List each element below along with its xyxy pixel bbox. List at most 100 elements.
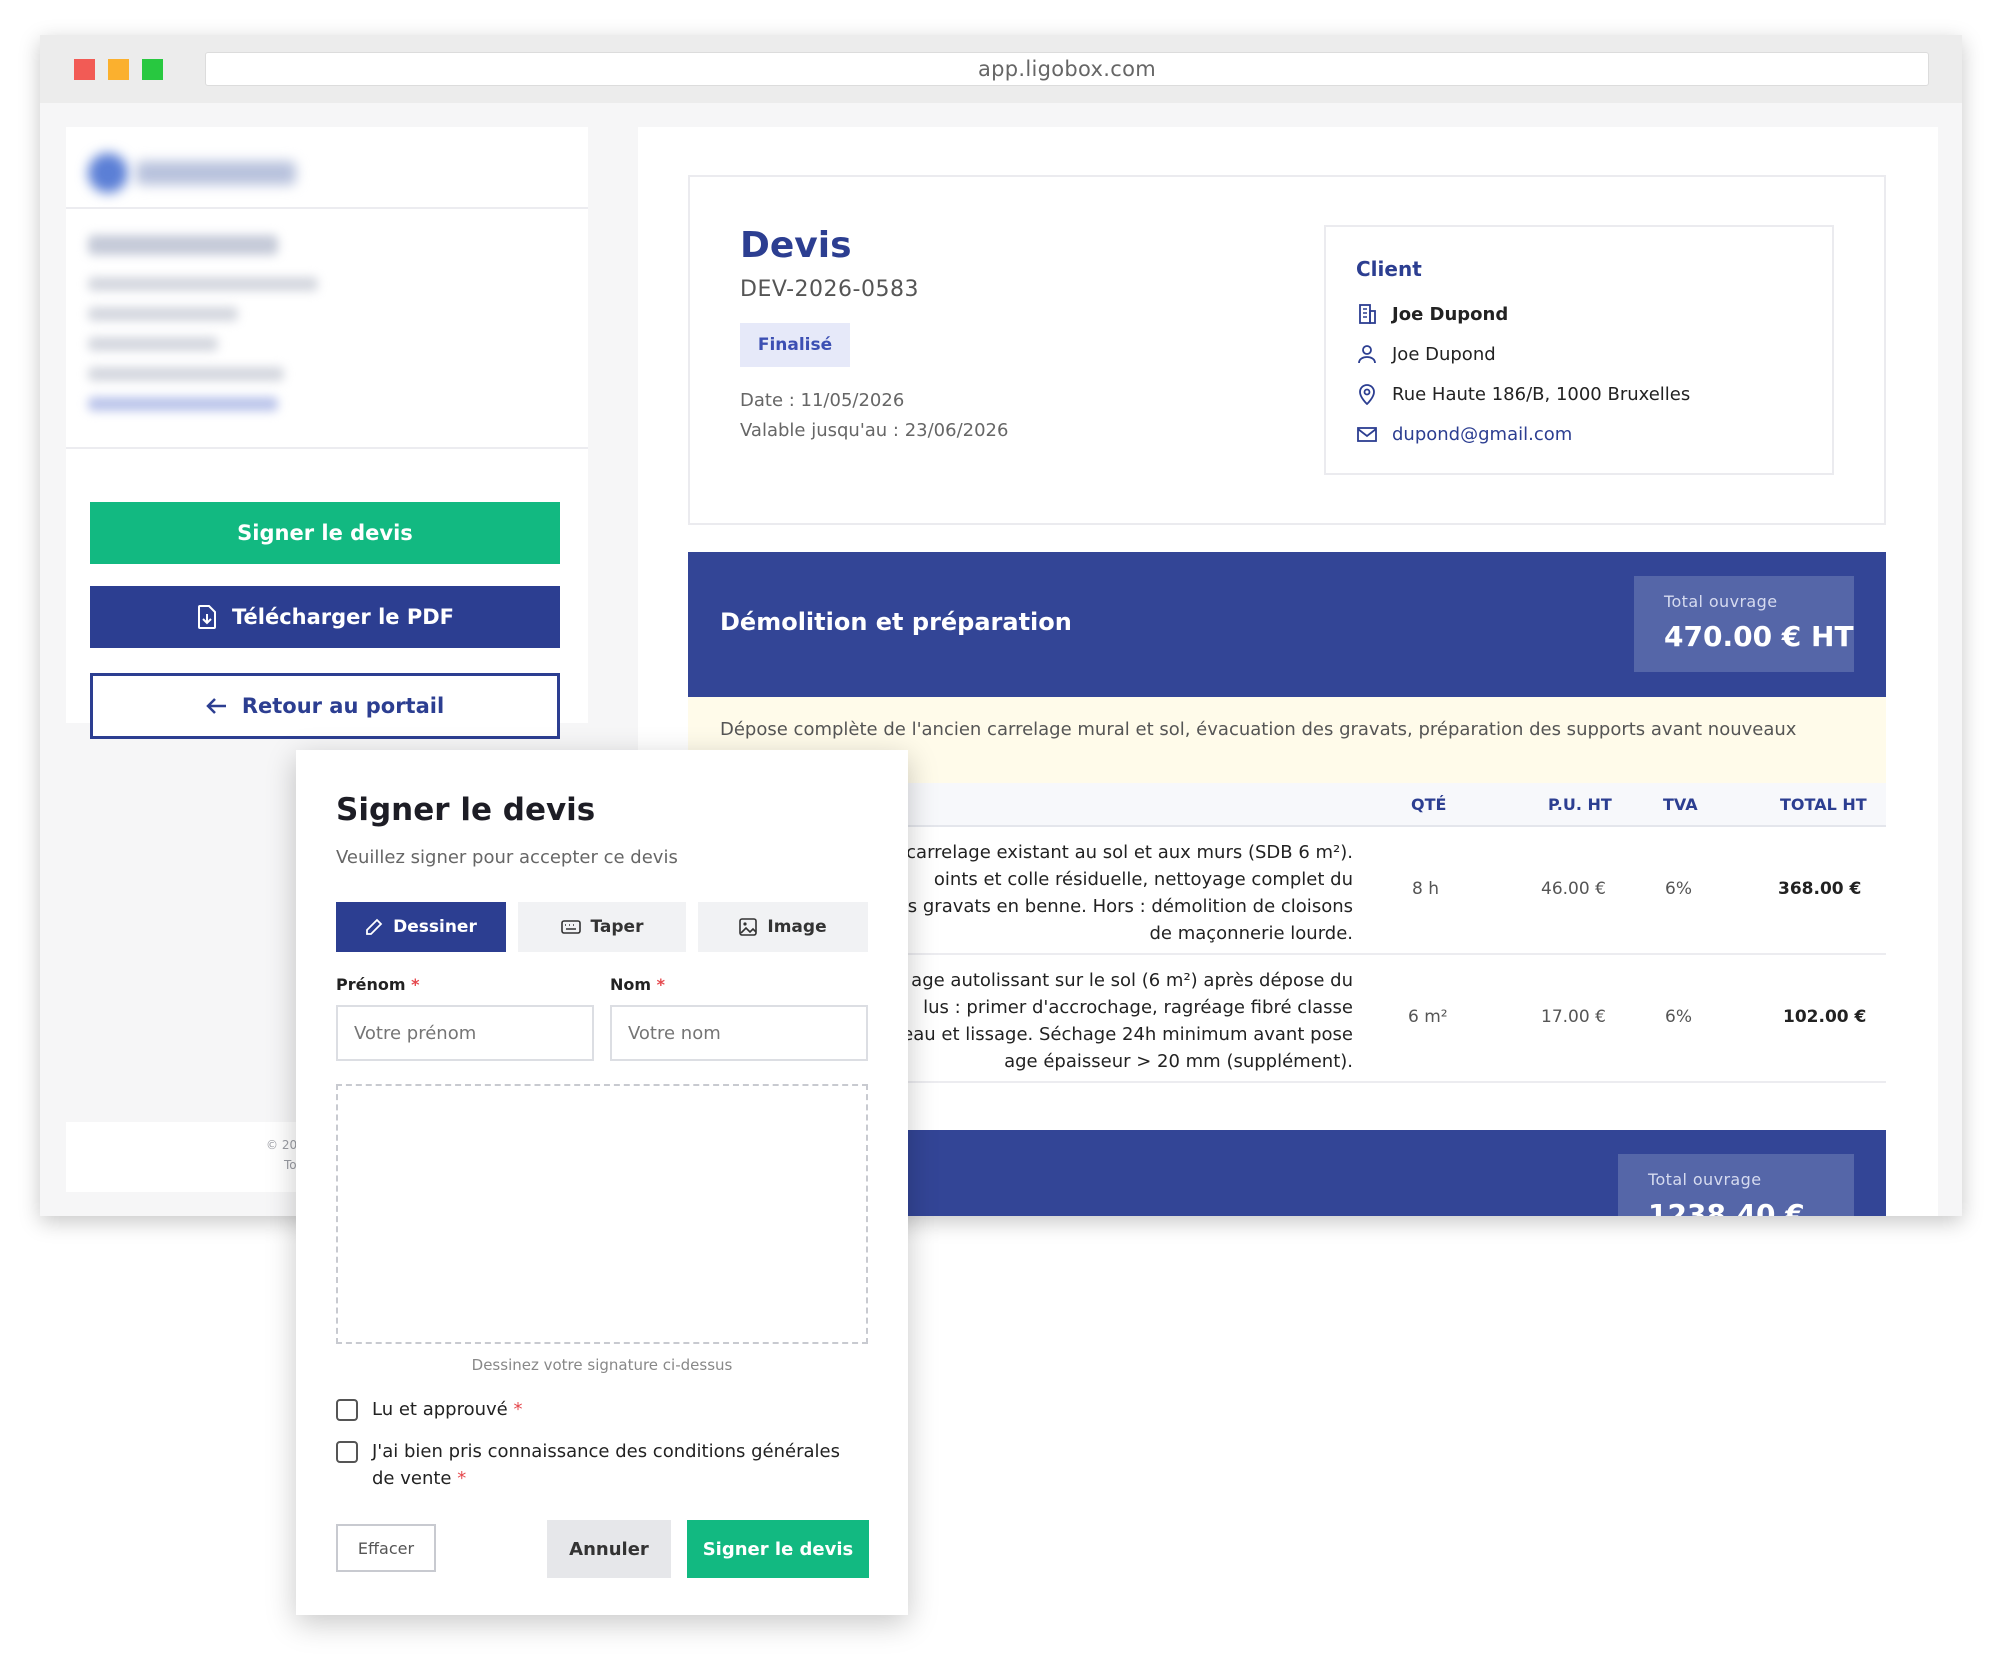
client-email-row[interactable]: dupond@gmail.com <box>1356 423 1572 445</box>
browser-chrome: app.ligobox.com <box>40 35 1962 103</box>
modal-subtitle: Veuillez signer pour accepter ce devis <box>336 847 678 868</box>
section-total-box: Total ouvrage 470.00 € HT <box>1634 576 1854 672</box>
image-icon <box>739 918 758 936</box>
company-header <box>66 127 588 209</box>
approved-checkbox[interactable] <box>336 1399 358 1421</box>
building-icon <box>1356 303 1378 325</box>
line-qty: 6 m² <box>1408 1007 1448 1027</box>
line-vat: 6% <box>1665 879 1692 899</box>
col-vat: TVA <box>1663 795 1698 814</box>
first-name-label: Prénom * <box>336 975 419 994</box>
work-section-header: Démolition et préparation Total ouvrage … <box>688 552 1886 697</box>
last-name-label: Nom * <box>610 975 665 994</box>
map-pin-icon <box>1356 383 1378 405</box>
tab-type-label: Taper <box>590 917 644 937</box>
line-qty: 8 h <box>1412 879 1439 899</box>
cancel-button[interactable]: Annuler <box>547 1520 671 1578</box>
first-name-input[interactable] <box>336 1005 594 1061</box>
tab-draw[interactable]: Dessiner <box>336 902 506 952</box>
mail-icon <box>1356 423 1378 445</box>
last-name-input[interactable] <box>610 1005 868 1061</box>
required-mark: * <box>411 975 420 994</box>
client-address-row: Rue Haute 186/B, 1000 Bruxelles <box>1356 383 1690 405</box>
section-total-label: Total ouvrage <box>1664 592 1778 611</box>
blurred-line <box>88 367 284 381</box>
line-total: 368.00 € <box>1778 879 1862 899</box>
modal-title: Signer le devis <box>336 792 596 828</box>
footer-total-value: 1238.40 € HT <box>1648 1198 1805 1216</box>
address-bar[interactable]: app.ligobox.com <box>205 52 1929 86</box>
approved-label-text: Lu et approuvé <box>372 1399 508 1420</box>
tab-type[interactable]: Taper <box>518 902 686 952</box>
client-company-row: Joe Dupond <box>1356 303 1508 325</box>
company-sidebar: Signer le devis Télécharger le PDF Retou… <box>66 127 588 739</box>
tab-image[interactable]: Image <box>698 902 868 952</box>
line-vat: 6% <box>1665 1007 1692 1027</box>
line-unit-price: 17.00 € <box>1541 1007 1606 1027</box>
last-name-label-text: Nom <box>610 975 652 994</box>
tab-draw-label: Dessiner <box>393 917 477 937</box>
client-company: Joe Dupond <box>1392 303 1509 325</box>
window-close-dot[interactable] <box>74 59 95 80</box>
screenshot-canvas: app.ligobox.com Signer le devis Téléchar… <box>0 0 2000 1657</box>
required-mark: * <box>513 1399 523 1420</box>
client-email[interactable]: dupond@gmail.com <box>1392 424 1572 445</box>
signature-pad[interactable] <box>336 1084 868 1344</box>
quote-date: Date : 11/05/2026 <box>740 390 905 411</box>
quote-valid-until: Valable jusqu'au : 23/06/2026 <box>740 420 1009 441</box>
signature-hint: Dessinez votre signature ci-dessus <box>471 1356 733 1374</box>
status-badge: Finalisé <box>740 323 850 367</box>
required-mark: * <box>457 1468 467 1489</box>
approved-label: Lu et approuvé * <box>372 1396 522 1423</box>
cgv-checkbox-row[interactable]: J'ai bien pris connaissance des conditio… <box>336 1438 868 1492</box>
client-address: Rue Haute 186/B, 1000 Bruxelles <box>1392 383 1691 405</box>
first-name-label-text: Prénom <box>336 975 406 994</box>
window-maximize-dot[interactable] <box>142 59 163 80</box>
required-mark: * <box>656 975 666 994</box>
blurred-line <box>88 307 238 321</box>
cgv-label-text: J'ai bien pris connaissance des conditio… <box>372 1441 840 1489</box>
back-to-portal-button[interactable]: Retour au portail <box>90 673 560 739</box>
clear-button[interactable]: Effacer <box>336 1524 436 1572</box>
client-name: Joe Dupond <box>1392 343 1496 365</box>
keyboard-icon <box>560 919 581 935</box>
quote-number: DEV-2026-0583 <box>740 277 919 302</box>
pencil-icon <box>365 918 383 936</box>
arrow-left-icon <box>206 697 228 715</box>
tab-image-label: Image <box>767 917 827 937</box>
window-minimize-dot[interactable] <box>108 59 129 80</box>
sign-quote-label: Signer le devis <box>237 521 413 545</box>
download-pdf-label: Télécharger le PDF <box>231 605 454 629</box>
section-title: Démolition et préparation <box>720 608 1072 636</box>
blurred-line <box>88 397 278 411</box>
company-name-blurred <box>136 161 296 185</box>
user-icon <box>1356 343 1378 365</box>
download-pdf-button[interactable]: Télécharger le PDF <box>90 586 560 648</box>
col-qty: QTÉ <box>1411 795 1447 814</box>
section-description-text: Dépose complète de l'ancien carrelage mu… <box>720 719 1797 740</box>
quote-title: Devis <box>740 225 852 266</box>
blurred-line <box>88 337 218 351</box>
quote-header-card: Devis DEV-2026-0583 Finalisé Date : 11/0… <box>688 175 1886 525</box>
col-total: TOTAL HT <box>1780 795 1867 814</box>
back-to-portal-label: Retour au portail <box>241 694 445 718</box>
blurred-line <box>88 235 278 255</box>
col-unit-price: P.U. HT <box>1548 795 1612 814</box>
cgv-checkbox[interactable] <box>336 1441 358 1463</box>
line-total: 102.00 € <box>1783 1007 1867 1027</box>
footer-total-label: Total ouvrage <box>1648 1170 1762 1189</box>
approved-checkbox-row[interactable]: Lu et approuvé * <box>336 1396 522 1423</box>
company-logo-blurred <box>88 153 128 193</box>
signature-modal: Signer le devis Veuillez signer pour acc… <box>296 750 908 1615</box>
company-contact-blurred <box>66 209 588 449</box>
client-name-row: Joe Dupond <box>1356 343 1496 365</box>
cgv-label: J'ai bien pris connaissance des conditio… <box>372 1438 868 1492</box>
footer-total-box: Total ouvrage 1238.40 € HT <box>1618 1154 1854 1216</box>
sign-quote-button[interactable]: Signer le devis <box>90 502 560 564</box>
line-unit-price: 46.00 € <box>1541 879 1606 899</box>
client-box: Client Joe Dupond Joe Dupond Rue Haute 1… <box>1324 225 1834 475</box>
client-title: Client <box>1356 257 1422 281</box>
confirm-sign-button[interactable]: Signer le devis <box>687 1520 869 1578</box>
file-download-icon <box>196 605 218 629</box>
blurred-line <box>88 277 318 291</box>
